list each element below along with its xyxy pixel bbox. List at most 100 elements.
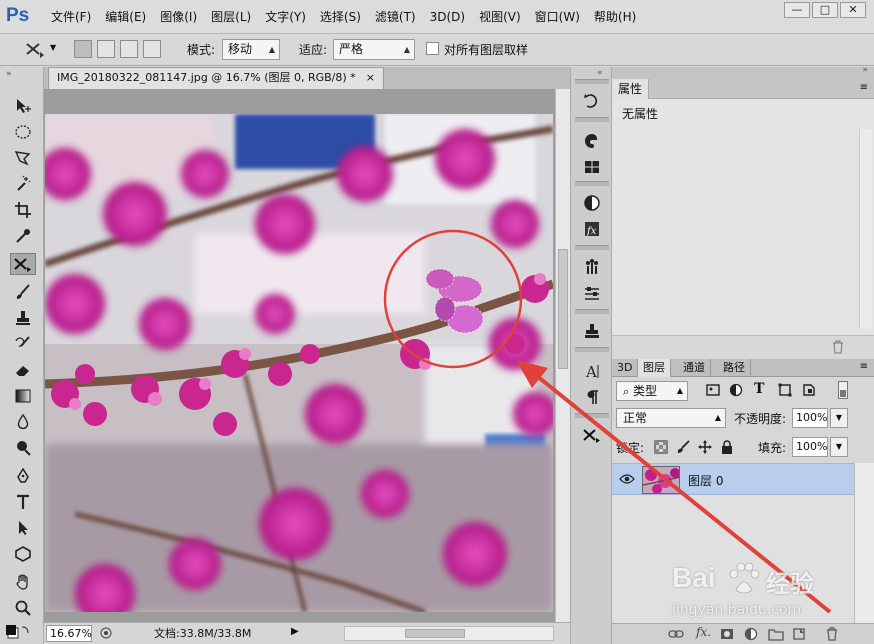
tool-preset-chevron-icon[interactable]: ▼	[50, 38, 56, 58]
menu-3d[interactable]: 3D(D)	[423, 9, 472, 25]
dodge-tool-icon[interactable]	[10, 437, 36, 459]
collapse-arrows-icon[interactable]: »	[6, 69, 12, 79]
canvas-vertical-scrollbar[interactable]	[555, 89, 570, 622]
paragraph-panel-icon[interactable]	[579, 385, 605, 409]
content-aware-move-icon[interactable]	[24, 39, 46, 59]
menu-edit[interactable]: 编辑(E)	[98, 9, 153, 25]
filter-smart-objects-icon[interactable]	[802, 383, 816, 400]
eraser-tool-icon[interactable]	[10, 359, 36, 381]
scrollbar-thumb[interactable]	[405, 629, 465, 638]
menu-view[interactable]: 视图(V)	[472, 9, 528, 25]
content-aware-move-tool-icon[interactable]	[10, 253, 36, 275]
opacity-input[interactable]: 100%	[792, 408, 828, 428]
add-to-selection-button[interactable]	[97, 40, 115, 58]
fill-slider-toggle[interactable]: ▼	[830, 437, 848, 457]
path-selection-tool-icon[interactable]	[10, 517, 36, 539]
canvas-horizontal-scrollbar[interactable]	[344, 626, 554, 641]
shape-tool-icon[interactable]	[10, 543, 36, 565]
tab-layers[interactable]: 图层	[638, 359, 671, 377]
move-tool-icon[interactable]	[10, 95, 36, 117]
scrollbar-thumb[interactable]	[558, 249, 568, 369]
lock-image-pixels-icon[interactable]	[676, 440, 690, 457]
menu-image[interactable]: 图像(I)	[153, 9, 204, 25]
magic-wand-tool-icon[interactable]	[10, 173, 36, 195]
status-menu-arrow-icon[interactable]: ▶	[291, 626, 299, 637]
pen-tool-icon[interactable]	[10, 465, 36, 487]
eyedropper-tool-icon[interactable]	[10, 225, 36, 247]
layer-style-fx-icon[interactable]: fx.	[696, 625, 711, 639]
swatches-panel-icon[interactable]	[579, 155, 605, 179]
filter-pixel-layers-icon[interactable]	[706, 383, 720, 400]
blend-mode-select[interactable]: 正常 ▲	[616, 408, 726, 428]
history-panel-icon[interactable]	[579, 89, 605, 113]
menu-window[interactable]: 窗口(W)	[528, 9, 587, 25]
menu-type[interactable]: 文字(Y)	[258, 9, 313, 25]
lock-position-icon[interactable]	[698, 440, 712, 457]
tool-presets-panel-icon[interactable]	[579, 281, 605, 305]
trash-icon[interactable]	[826, 627, 838, 644]
eye-visibility-icon[interactable]	[619, 473, 635, 488]
subtract-from-selection-button[interactable]	[120, 40, 138, 58]
history-brush-tool-icon[interactable]	[10, 333, 36, 355]
menu-filter[interactable]: 滤镜(T)	[368, 9, 423, 25]
clone-stamp-tool-icon[interactable]	[10, 307, 36, 329]
zoom-level-field[interactable]: 16.67%	[46, 625, 92, 642]
menu-select[interactable]: 选择(S)	[313, 9, 368, 25]
filter-type-layers-icon[interactable]: T	[754, 381, 764, 397]
filter-shape-layers-icon[interactable]	[778, 383, 792, 400]
character-panel-icon[interactable]: A	[579, 359, 605, 383]
hand-tool-icon[interactable]	[10, 571, 36, 593]
new-selection-button[interactable]	[74, 40, 92, 58]
type-tool-icon[interactable]	[10, 491, 36, 513]
add-mask-icon[interactable]	[720, 627, 734, 644]
mode-select[interactable]: 移动 ▲	[222, 39, 280, 60]
tab-paths[interactable]: 路径	[718, 359, 751, 377]
panel-menu-icon[interactable]: ≡	[860, 361, 868, 372]
new-layer-icon[interactable]	[792, 627, 806, 644]
marquee-tool-icon[interactable]	[10, 121, 36, 143]
expand-panels-icon[interactable]: «	[597, 68, 603, 78]
tool-options-panel-icon[interactable]	[579, 423, 605, 447]
fill-input[interactable]: 100%	[792, 437, 828, 457]
collapse-panel-icon[interactable]: »	[862, 65, 868, 75]
menu-help[interactable]: 帮助(H)	[587, 9, 643, 25]
adjustment-layer-icon[interactable]	[744, 627, 758, 644]
styles-panel-icon[interactable]: fx	[579, 217, 605, 241]
crop-tool-icon[interactable]	[10, 199, 36, 221]
layer-row[interactable]: 图层 0	[612, 463, 854, 495]
adapt-select[interactable]: 严格 ▲	[333, 39, 415, 60]
filter-toggle-switch[interactable]	[838, 381, 848, 399]
adjustments-panel-icon[interactable]	[579, 191, 605, 215]
properties-scrollbar[interactable]	[859, 129, 872, 329]
maximize-button[interactable]: □	[812, 2, 838, 18]
trash-icon[interactable]	[832, 340, 844, 357]
menu-file[interactable]: 文件(F)	[44, 9, 98, 25]
layer-filter-select[interactable]: ⌕ 类型 ▲	[616, 381, 688, 401]
intersect-selection-button[interactable]	[143, 40, 161, 58]
clone-source-panel-icon[interactable]	[579, 319, 605, 343]
lock-transparent-pixels-icon[interactable]	[654, 440, 668, 457]
tab-properties[interactable]: 属性	[612, 79, 650, 99]
menu-layer[interactable]: 图层(L)	[204, 9, 258, 25]
close-button[interactable]: ✕	[840, 2, 866, 18]
minimize-button[interactable]: —	[784, 2, 810, 18]
zoom-tool-icon[interactable]	[10, 597, 36, 619]
close-tab-icon[interactable]: ×	[366, 71, 375, 84]
color-panel-icon[interactable]	[579, 129, 605, 153]
document-tab[interactable]: IMG_20180322_081147.jpg @ 16.7% (图层 0, R…	[48, 67, 384, 89]
tab-3d[interactable]: 3D	[612, 359, 639, 377]
brush-tool-icon[interactable]	[10, 281, 36, 303]
panel-menu-icon[interactable]: ≡	[860, 82, 868, 93]
lasso-tool-icon[interactable]	[10, 147, 36, 169]
new-group-icon[interactable]	[768, 627, 784, 644]
gradient-tool-icon[interactable]	[10, 385, 36, 407]
lock-all-icon[interactable]	[721, 440, 733, 457]
opacity-slider-toggle[interactable]: ▼	[830, 408, 848, 428]
color-swatches[interactable]	[6, 622, 38, 642]
tab-channels[interactable]: 通道	[678, 359, 711, 377]
blur-tool-icon[interactable]	[10, 411, 36, 433]
sample-all-layers-checkbox[interactable]	[426, 42, 439, 55]
brush-presets-panel-icon[interactable]	[579, 255, 605, 279]
link-layers-icon[interactable]	[668, 627, 684, 644]
image-canvas[interactable]	[45, 114, 553, 612]
